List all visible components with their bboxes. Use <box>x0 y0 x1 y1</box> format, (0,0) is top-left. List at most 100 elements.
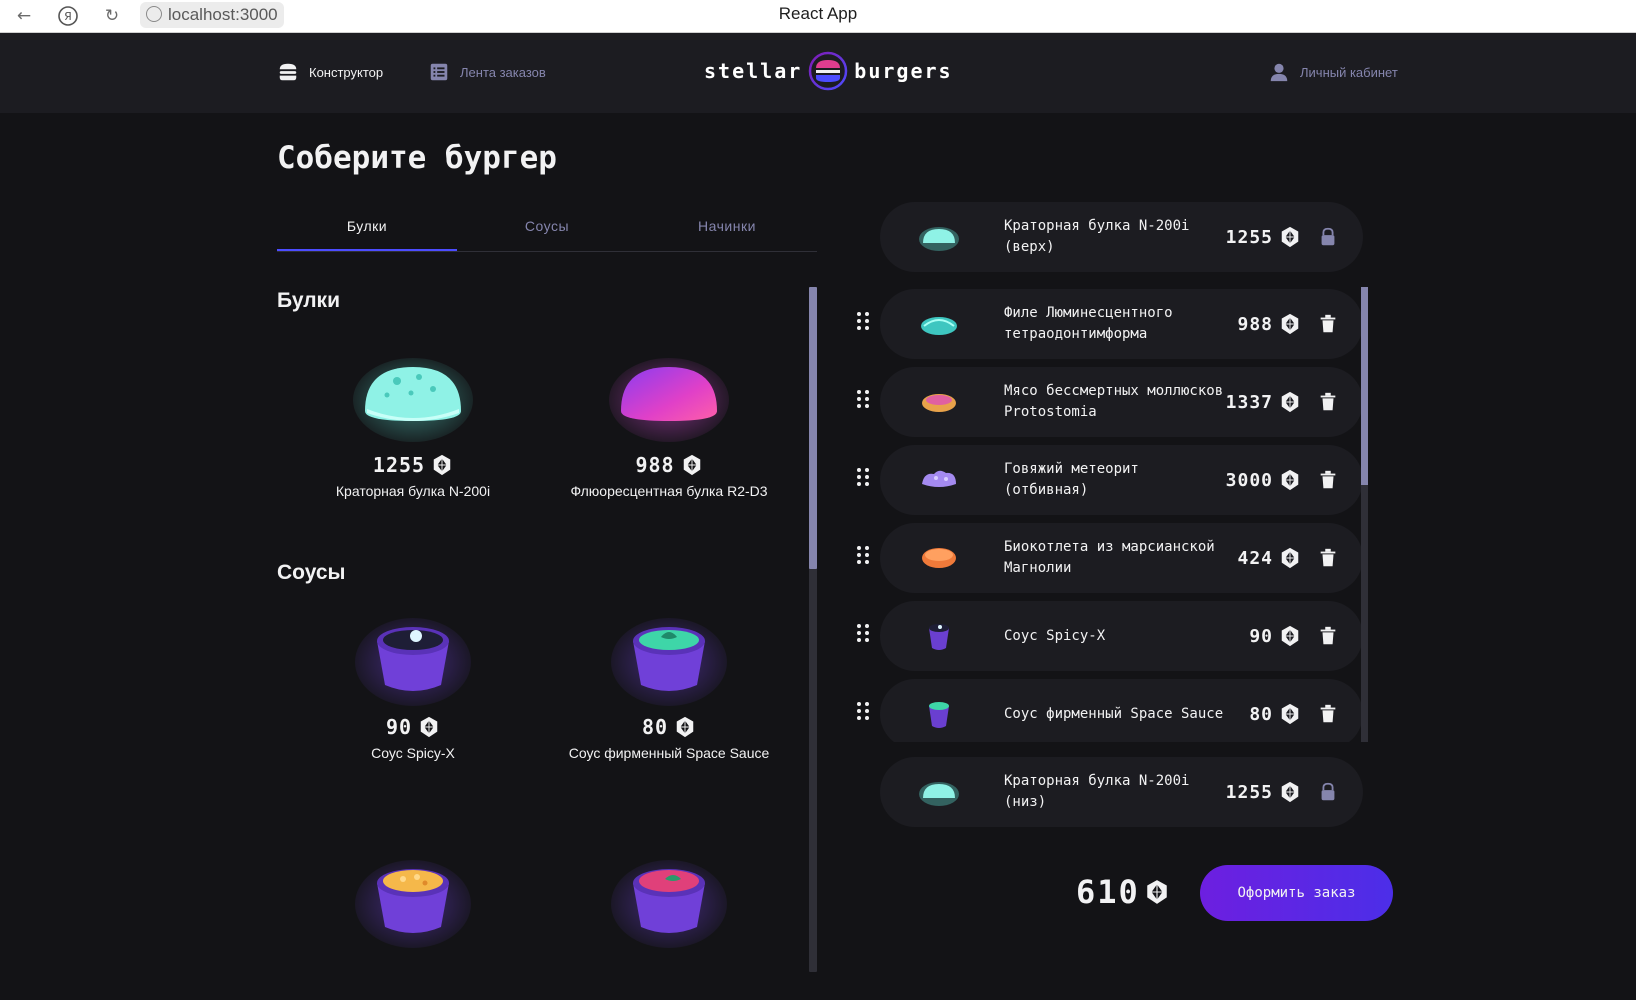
ingredient-card[interactable] <box>533 849 805 949</box>
app-header: Конструктор Лента заказов stellar burger… <box>0 33 1636 113</box>
currency-icon <box>1281 391 1299 413</box>
tab-buns[interactable]: Булки <box>277 204 457 251</box>
nav-constructor[interactable]: Конструктор <box>277 61 383 83</box>
total-price: 610 <box>1076 873 1140 911</box>
logo-text-right: burgers <box>854 59 953 83</box>
logo-icon <box>809 51 848 91</box>
constructor-element: Филе Люминесцентного тетраодонтимформа 9… <box>880 289 1363 359</box>
element-price: 424 <box>1237 547 1273 569</box>
price-value: 1255 <box>372 453 426 477</box>
nav-feed[interactable]: Лента заказов <box>428 61 546 83</box>
ingredient-thumb <box>919 782 959 806</box>
ingredient-thumb <box>929 702 949 728</box>
element-price: 80 <box>1249 703 1273 725</box>
element-price: 1255 <box>1225 781 1273 803</box>
ingredient-name: Флюоресцентная булка R2-D3 <box>570 483 768 499</box>
element-name: Филе Люминесцентного тетраодонтимформа <box>1004 305 1173 342</box>
drag-icon[interactable] <box>856 311 870 331</box>
drag-icon[interactable] <box>856 623 870 643</box>
trash-icon[interactable] <box>1317 547 1339 569</box>
browser-toolbar: ← Я ↻ localhost:3000 React App <box>0 0 1636 33</box>
trash-icon[interactable] <box>1317 625 1339 647</box>
section-title-sauces: Соусы <box>277 561 346 584</box>
filling-row[interactable]: Соус Spicy-X 90 <box>850 599 1370 671</box>
drag-icon[interactable] <box>856 701 870 721</box>
ingredient-thumb <box>921 317 957 335</box>
filling-row[interactable]: Биокотлета из марсианской Магнолии 424 <box>850 521 1370 593</box>
trash-icon[interactable] <box>1317 703 1339 725</box>
ingredient-card[interactable]: 988 Флюоресцентная булка R2-D3 <box>533 345 805 499</box>
constructor-element-bottom: Краторная булка N-200i (низ) 1255 <box>880 757 1363 827</box>
currency-icon <box>676 716 694 738</box>
bun-image <box>353 358 473 442</box>
nav-feed-label: Лента заказов <box>460 64 546 80</box>
trash-icon[interactable] <box>1317 313 1339 335</box>
element-name: Краторная булка N-200i (низ) <box>1004 773 1190 810</box>
ingredient-thumb <box>919 227 959 251</box>
currency-icon <box>1281 313 1299 335</box>
sauce-image <box>611 618 727 706</box>
drag-icon[interactable] <box>856 545 870 565</box>
place-order-button[interactable]: Оформить заказ <box>1200 865 1393 921</box>
back-icon[interactable]: ← <box>12 4 36 28</box>
ingredient-thumb <box>929 624 949 650</box>
logo[interactable]: stellar burgers <box>704 51 953 91</box>
currency-icon <box>1147 880 1167 904</box>
currency-icon <box>1281 226 1299 248</box>
address-bar[interactable]: localhost:3000 <box>140 2 284 28</box>
tab-fillings[interactable]: Начинки <box>637 204 817 251</box>
ingredient-card[interactable]: 1255 Краторная булка N-200i <box>277 345 549 499</box>
url-text: localhost:3000 <box>168 5 278 24</box>
ingredient-card[interactable]: 80 Соус фирменный Space Sauce <box>533 607 805 761</box>
element-price: 1255 <box>1225 226 1273 248</box>
svg-text:Я: Я <box>64 10 72 23</box>
list-icon <box>430 63 448 81</box>
drag-icon[interactable] <box>856 389 870 409</box>
ingredient-name: Краторная булка N-200i <box>335 483 491 499</box>
element-price: 988 <box>1237 313 1273 335</box>
currency-icon <box>1281 625 1299 647</box>
element-name: Мясо бессмертных моллюсков Protostomia <box>1004 383 1224 420</box>
constructor-element: Говяжий метеорит (отбивная) 3000 <box>880 445 1363 515</box>
ingredients-list[interactable]: Булки 1255 Краторная булка N-200i 988 Фл… <box>277 285 817 972</box>
element-price: 3000 <box>1225 469 1273 491</box>
constructor-element: Мясо бессмертных моллюсков Protostomia 1… <box>880 367 1363 437</box>
price-value: 90 <box>385 715 413 739</box>
fillings-scrollbar-thumb[interactable] <box>1361 287 1368 485</box>
ingredient-tabs: Булки Соусы Начинки <box>277 204 817 252</box>
sauce-image <box>355 860 471 948</box>
tab-sauces[interactable]: Соусы <box>457 204 637 251</box>
section-title-buns: Булки <box>277 289 340 312</box>
filling-row[interactable]: Говяжий метеорит (отбивная) 3000 <box>850 443 1370 515</box>
yandex-icon[interactable]: Я <box>56 4 80 28</box>
page-title: Соберите бургер <box>277 140 557 176</box>
price-value: 80 <box>641 715 669 739</box>
ingredient-card[interactable] <box>277 849 549 949</box>
ingredient-name: Соус фирменный Space Sauce <box>568 745 770 761</box>
globe-icon <box>146 6 162 22</box>
constructor-element: Биокотлета из марсианской Магнолии 424 <box>880 523 1363 593</box>
filling-row[interactable]: Мясо бессмертных моллюсков Protostomia 1… <box>850 365 1370 437</box>
nav-constructor-label: Конструктор <box>309 64 384 80</box>
reload-icon[interactable]: ↻ <box>100 4 124 28</box>
trash-icon[interactable] <box>1317 391 1339 413</box>
currency-icon <box>1281 781 1299 803</box>
ingredient-price: 90 <box>277 715 549 739</box>
sauce-image <box>611 860 727 948</box>
constructor-element-top: Краторная булка N-200i (верх) 1255 <box>880 202 1363 272</box>
filling-row[interactable]: Филе Люминесцентного тетраодонтимформа 9… <box>850 287 1370 359</box>
currency-icon <box>420 716 438 738</box>
constructor-element: Соус фирменный Space Sauce 80 <box>880 679 1363 742</box>
ingredients-scrollbar-thumb[interactable] <box>809 287 817 569</box>
trash-icon[interactable] <box>1317 469 1339 491</box>
nav-account[interactable]: Личный кабинет <box>1268 61 1398 83</box>
drag-icon[interactable] <box>856 467 870 487</box>
element-price: 90 <box>1249 625 1273 647</box>
ingredient-card[interactable]: 90 Соус Spicy-X <box>277 607 549 761</box>
currency-icon <box>1281 703 1299 725</box>
lock-icon <box>1321 227 1335 246</box>
element-name: Биокотлета из марсианской Магнолии <box>1004 539 1215 576</box>
fillings-list[interactable]: Филе Люминесцентного тетраодонтимформа 9… <box>850 287 1370 742</box>
currency-icon <box>683 454 700 476</box>
filling-row[interactable]: Соус фирменный Space Sauce 80 <box>850 677 1370 742</box>
